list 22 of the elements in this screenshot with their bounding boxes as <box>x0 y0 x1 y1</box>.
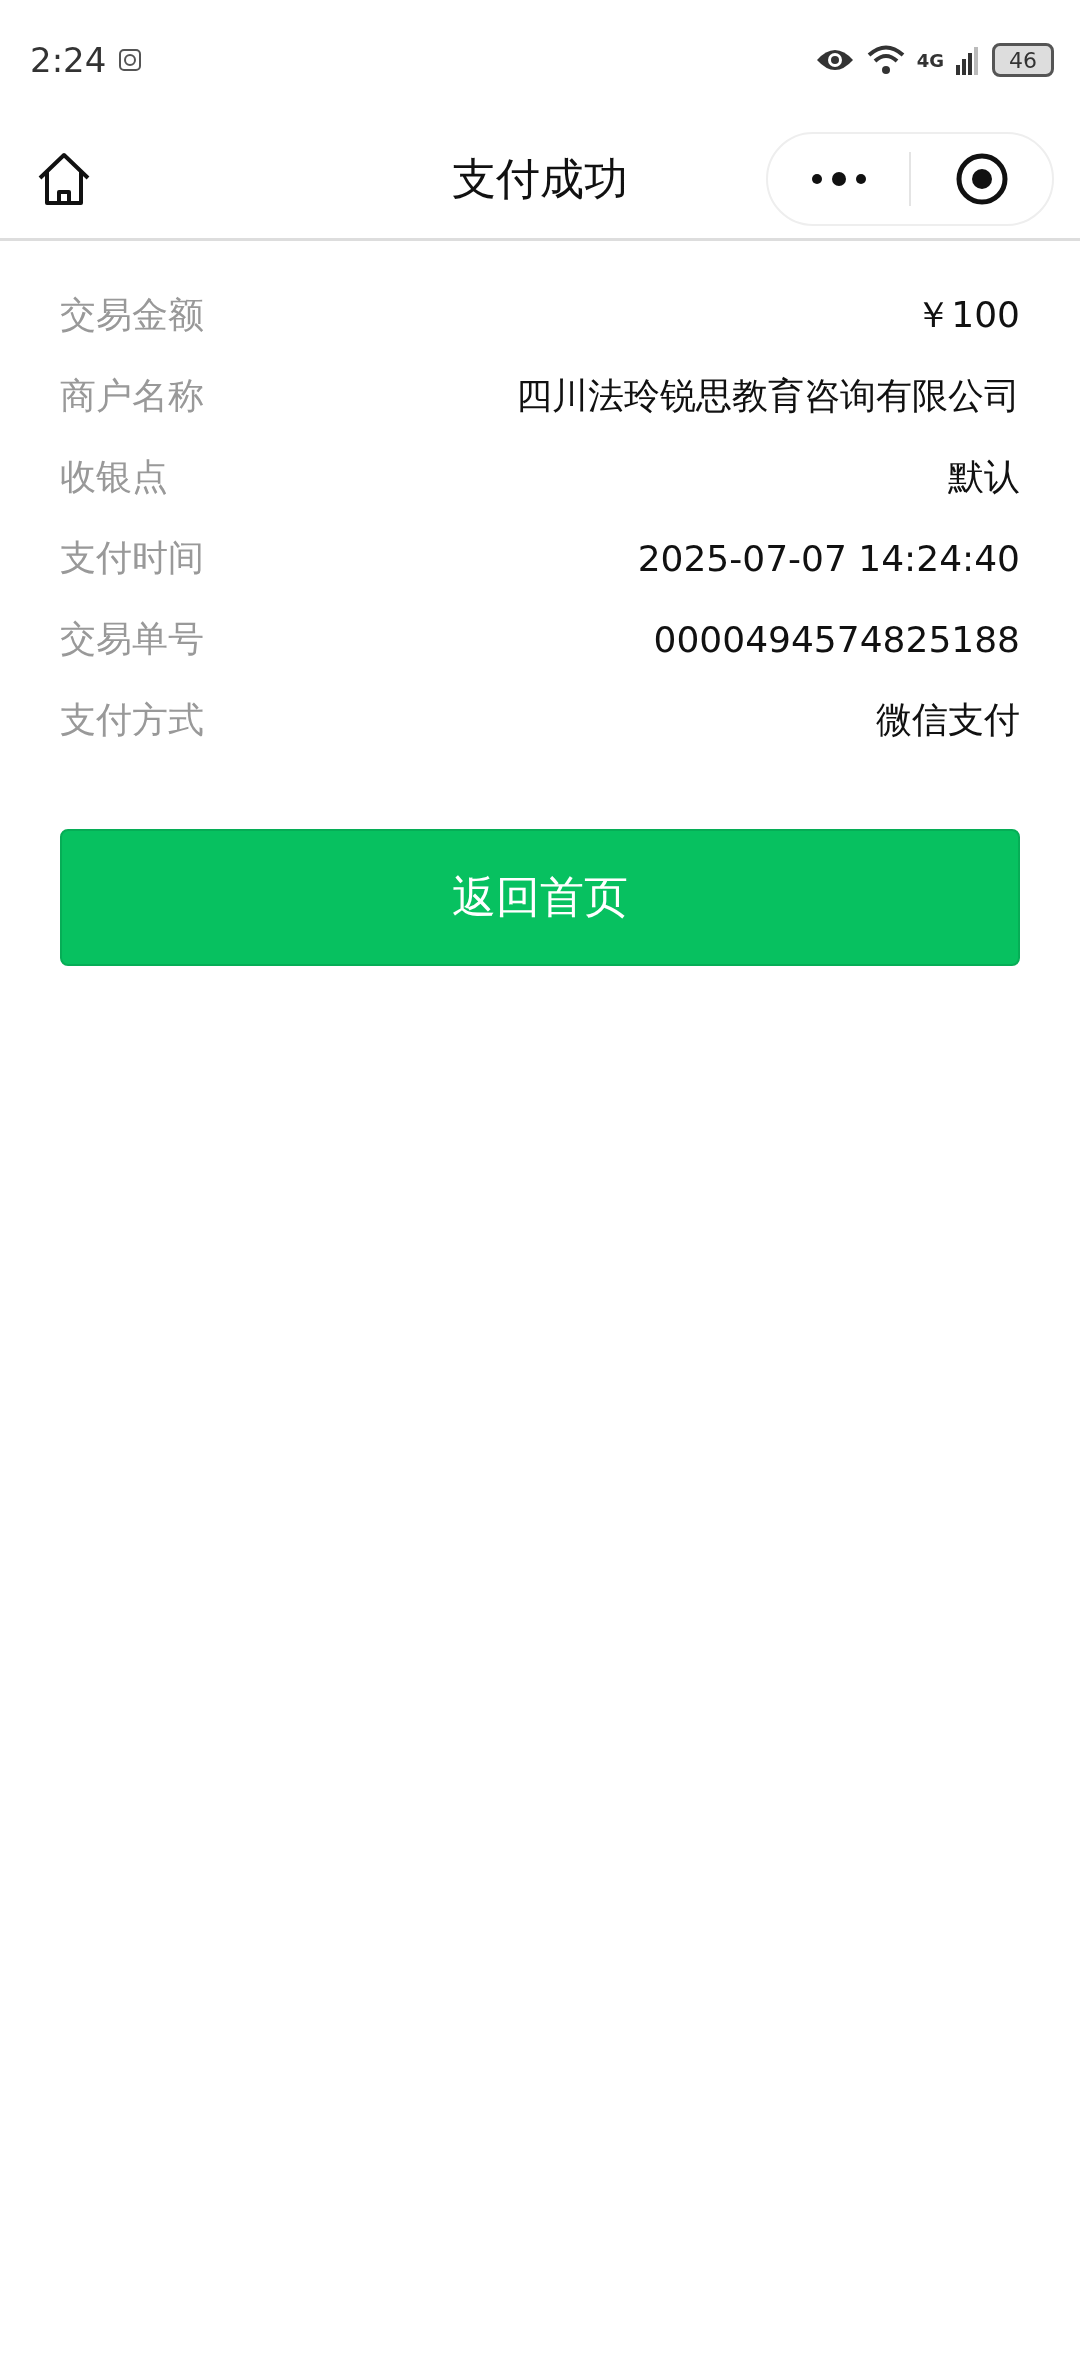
detail-label: 收银点 <box>60 455 168 499</box>
back-home-button[interactable]: 返回首页 <box>60 829 1020 966</box>
detail-label: 支付方式 <box>60 698 204 742</box>
detail-label: 商户名称 <box>60 374 204 418</box>
detail-label: 交易单号 <box>60 617 204 661</box>
wifi-icon <box>866 44 905 76</box>
signal-icon <box>956 45 980 75</box>
page-title: 支付成功 <box>452 151 628 206</box>
battery-level: 46 <box>992 43 1054 77</box>
detail-label: 支付时间 <box>60 536 204 580</box>
detail-value: 默认 <box>948 455 1020 499</box>
detail-value: 微信支付 <box>876 698 1020 742</box>
notification-icon <box>118 48 143 72</box>
network-type: 4G <box>916 49 944 71</box>
detail-value: 四川法玲锐思教育咨询有限公司 <box>516 374 1020 418</box>
status-time: 2:24 <box>30 40 107 80</box>
home-icon[interactable] <box>36 152 92 206</box>
detail-value: ￥100 <box>915 293 1020 337</box>
close-target-icon[interactable] <box>954 152 1009 206</box>
detail-value: 0000494574825188 <box>653 619 1020 660</box>
detail-label: 交易金额 <box>60 293 204 337</box>
detail-value: 2025-07-07 14:24:40 <box>637 538 1020 579</box>
